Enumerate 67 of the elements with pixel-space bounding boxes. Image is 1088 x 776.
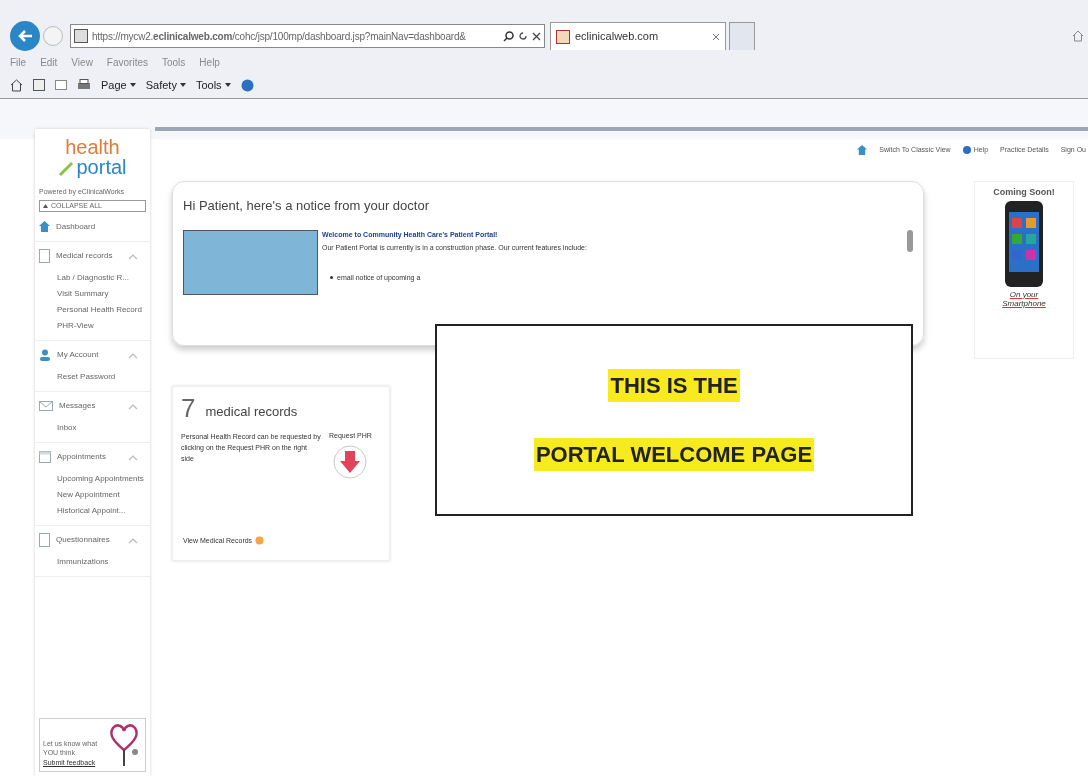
nav-section[interactable]: Messages [59, 400, 96, 412]
nav-item[interactable]: Dashboard [56, 220, 96, 233]
calendar-icon [39, 451, 51, 463]
chevron-icon[interactable] [128, 252, 138, 260]
logo-text: health [65, 137, 120, 157]
close-icon[interactable] [712, 32, 720, 41]
chevron-icon[interactable] [128, 536, 138, 544]
records-title: medical records [205, 402, 298, 421]
home-icon[interactable] [10, 78, 23, 92]
browser-tab[interactable]: eclinicalweb.com [550, 22, 726, 50]
stethoscope-heart-icon [107, 722, 141, 768]
left-arrow-icon [17, 29, 33, 43]
notice-title: Hi Patient, here's a notice from your doctor [183, 197, 430, 215]
nav-item[interactable]: Lab / Diagnostic R... [35, 270, 150, 286]
search-icon[interactable] [503, 30, 514, 42]
nav-section[interactable]: My Account [57, 349, 99, 361]
records-count: 7 [181, 395, 196, 421]
chevron-icon[interactable] [128, 351, 138, 359]
printer-icon[interactable] [77, 79, 91, 91]
help-icon [962, 146, 971, 154]
home-icon [39, 221, 50, 232]
nav-item[interactable]: Inbox [35, 420, 150, 436]
help-icon[interactable] [240, 78, 254, 92]
refresh-icon[interactable] [518, 31, 528, 41]
back-button[interactable] [10, 21, 40, 51]
caret-icon [179, 83, 186, 87]
site-icon [556, 29, 570, 44]
annotation-text: PORTAL WELCOME PAGE [533, 438, 815, 471]
chevron-icon[interactable] [128, 402, 138, 410]
url-text: https://mycw2.eclinicalweb.com/cohc/jsp/100mp/dashboard.jsp?mainNav=dashboard& [92, 29, 466, 44]
nav-item[interactable]: Visit Summary [35, 286, 150, 302]
chevron-icon[interactable] [128, 453, 138, 461]
menu-item[interactable]: Edit [40, 54, 58, 70]
envelope-icon [39, 401, 53, 411]
person-icon [39, 349, 51, 361]
menu-item[interactable]: Tools [162, 54, 186, 70]
caret-icon [224, 83, 231, 87]
menu-item[interactable]: View [71, 54, 93, 70]
nav-item[interactable]: Historical Appoint... [35, 503, 150, 519]
toolbar-menu-button[interactable]: Tools [195, 76, 231, 94]
toolbar-menu-button[interactable]: Page [101, 76, 136, 94]
logo-text: portal [76, 157, 127, 177]
document-icon [39, 533, 50, 547]
nav-item[interactable]: New Appointment [35, 487, 150, 503]
menu-item[interactable]: Help [199, 54, 220, 70]
toolbar-menu-button[interactable]: Safety [145, 76, 186, 94]
nav-section[interactable]: Questionnaires [56, 534, 110, 546]
caret-icon [129, 83, 136, 87]
nav-section[interactable]: Medical records [56, 250, 113, 262]
nav-section[interactable]: Appointments [57, 451, 106, 463]
promo-title: Coming Soon! [993, 186, 1055, 199]
nav-item[interactable]: Reset Password [35, 369, 150, 385]
close-icon[interactable] [532, 31, 541, 41]
document-icon [39, 249, 50, 263]
caret-icon [43, 203, 48, 208]
nav-item[interactable]: PHR-View [35, 318, 150, 334]
annotation-text: THIS IS THE [608, 369, 740, 402]
nav-item[interactable]: Personal Health Record [35, 302, 150, 318]
nav-item[interactable]: Upcoming Appointments [35, 471, 150, 487]
promo-caption: On your Smartphone [1001, 289, 1047, 308]
scrollbar-thumb [907, 229, 913, 252]
page-icon [74, 29, 88, 43]
new-tab-button[interactable] [729, 22, 755, 50]
bullet-icon [330, 276, 333, 280]
menu-item[interactable]: Favorites [106, 54, 148, 70]
nav-item[interactable]: Immunizations [35, 554, 150, 570]
address-bar[interactable]: https://mycw2.eclinicalweb.com/cohc/jsp/100mp/dashboard.jsp?mainNav=dashboard& [70, 24, 545, 48]
